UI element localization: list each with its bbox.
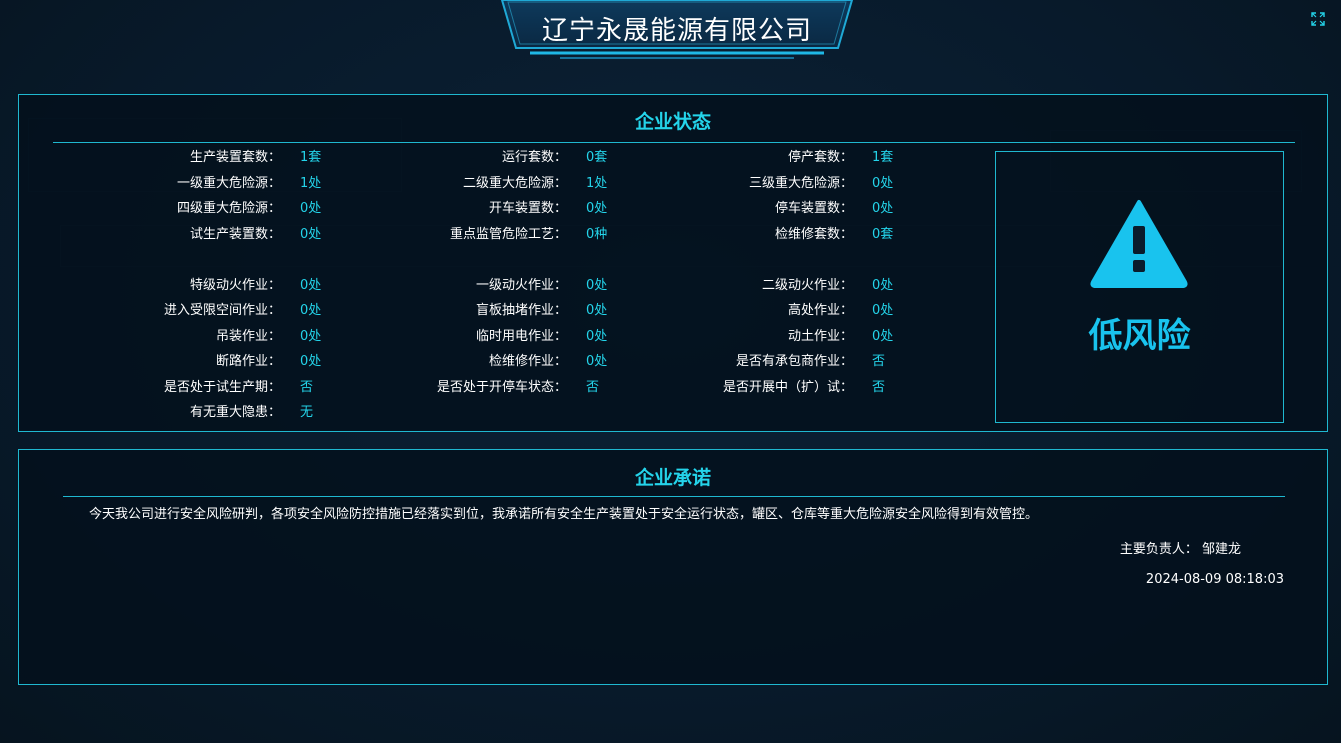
status-value: 0处: [872, 303, 894, 318]
fullscreen-icon[interactable]: [1311, 11, 1325, 26]
status-label: 特级动火作业：: [189, 278, 281, 293]
promise-panel: 企业承诺: [18, 449, 1328, 685]
status-value: 1套: [300, 150, 322, 165]
status-label: 吊装作业：: [215, 329, 281, 344]
status-value: 0处: [872, 329, 894, 344]
status-value: 否: [300, 380, 314, 395]
status-label: 检维修作业：: [488, 354, 567, 369]
status-label: 试生产装置数：: [189, 227, 281, 242]
signer-line: 主要负责人： 邹建龙: [1120, 538, 1241, 557]
signer-name: 邹建龙: [1201, 542, 1241, 557]
status-value: 0处: [586, 354, 608, 369]
status-label: 临时用电作业：: [475, 329, 567, 344]
status-value: 0处: [586, 329, 608, 344]
status-value: 0处: [300, 227, 322, 242]
status-value: 否: [872, 380, 886, 395]
status-value: 1处: [586, 176, 608, 191]
status-value: 0处: [872, 176, 894, 191]
status-value: 0处: [300, 354, 322, 369]
status-value: 0处: [300, 329, 322, 344]
status-label: 二级重大危险源：: [462, 176, 567, 191]
status-label: 停车装置数：: [774, 201, 853, 216]
status-label: 进入受限空间作业：: [163, 303, 281, 318]
status-value: 0处: [300, 278, 322, 293]
status-value: 无: [300, 405, 314, 420]
status-label: 停产套数：: [787, 150, 853, 165]
risk-level-label: 低风险: [1088, 316, 1191, 356]
status-value: 1处: [300, 176, 322, 191]
status-label: 重点监管危险工艺：: [449, 227, 567, 242]
status-label: 是否处于试生产期：: [163, 380, 281, 395]
header-title-plate: 辽宁永晟能源有限公司: [500, 0, 854, 60]
status-label: 四级重大危险源：: [176, 201, 281, 216]
status-label: 是否开展中（扩）试：: [722, 380, 853, 395]
status-value: 0处: [300, 201, 322, 216]
page-title: 辽宁永晟能源有限公司: [541, 16, 812, 46]
status-panel-title: 企业状态: [634, 111, 711, 133]
status-value: 0处: [872, 201, 894, 216]
status-label: 有无重大隐患：: [189, 405, 281, 420]
status-label: 是否处于开停车状态：: [436, 380, 567, 395]
status-value: 0处: [586, 303, 608, 318]
status-label: 检维修套数：: [774, 227, 853, 242]
status-value: 0套: [872, 227, 894, 242]
status-label: 开车装置数：: [488, 201, 567, 216]
divider: [53, 142, 1295, 143]
signer-label: 主要负责人：: [1119, 542, 1198, 557]
status-value: 0处: [586, 201, 608, 216]
status-value: 否: [872, 354, 886, 369]
status-value: 0处: [872, 278, 894, 293]
divider: [63, 496, 1285, 497]
status-value: 0套: [586, 150, 608, 165]
status-label: 运行套数：: [501, 150, 567, 165]
status-label: 一级动火作业：: [475, 278, 567, 293]
status-label: 生产装置套数：: [189, 150, 281, 165]
status-value: 1套: [872, 150, 894, 165]
status-label: 动土作业：: [787, 329, 853, 344]
status-label: 二级动火作业：: [761, 278, 853, 293]
status-label: 高处作业：: [787, 303, 853, 318]
status-value: 否: [586, 380, 600, 395]
status-label: 断路作业：: [215, 354, 281, 369]
status-label: 三级重大危险源：: [748, 176, 853, 191]
status-label: 盲板抽堵作业：: [475, 303, 567, 318]
warning-triangle-icon: [1089, 198, 1189, 294]
status-label: 是否有承包商作业：: [735, 354, 853, 369]
status-value: 0处: [300, 303, 322, 318]
status-label: 一级重大危险源：: [176, 176, 281, 191]
promise-timestamp: 2024-08-09 08:18:03: [1145, 572, 1284, 587]
status-value: 0种: [586, 227, 608, 242]
promise-panel-title: 企业承诺: [634, 467, 711, 489]
status-value: 0处: [586, 278, 608, 293]
promise-statement: 今天我公司进行安全风险研判，各项安全风险防控措施已经落实到位，我承诺所有安全生产…: [89, 507, 1039, 522]
